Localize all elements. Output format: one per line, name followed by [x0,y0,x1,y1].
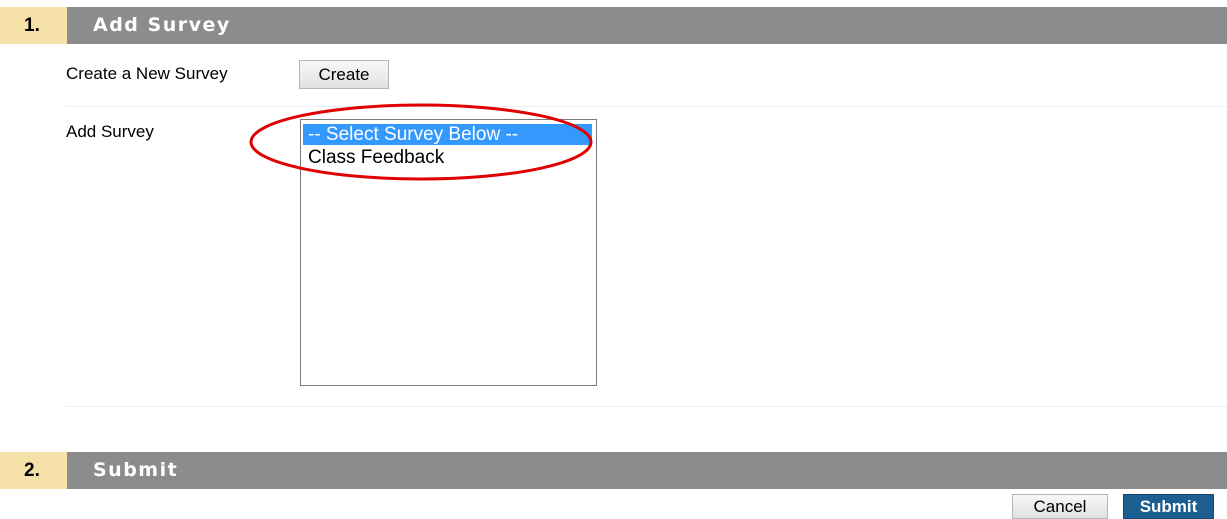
section-header-add-survey: 1. Add Survey [0,7,1227,44]
section-title: Submit [93,459,179,481]
create-button[interactable]: Create [299,60,389,89]
section-header-submit: 2. Submit [0,452,1227,489]
cancel-button[interactable]: Cancel [1012,494,1108,519]
divider [66,406,1227,407]
survey-option-placeholder[interactable]: -- Select Survey Below -- [303,124,592,145]
step-number: 2. [0,452,67,489]
submit-button[interactable]: Submit [1123,494,1214,519]
divider [66,106,1227,107]
survey-select-list[interactable]: -- Select Survey Below -- Class Feedback [300,119,597,386]
section-title: Add Survey [93,14,231,36]
survey-option-class-feedback[interactable]: Class Feedback [303,147,592,168]
step-number: 1. [0,7,67,44]
add-survey-label: Add Survey [66,122,154,141]
create-survey-label: Create a New Survey [66,64,228,83]
